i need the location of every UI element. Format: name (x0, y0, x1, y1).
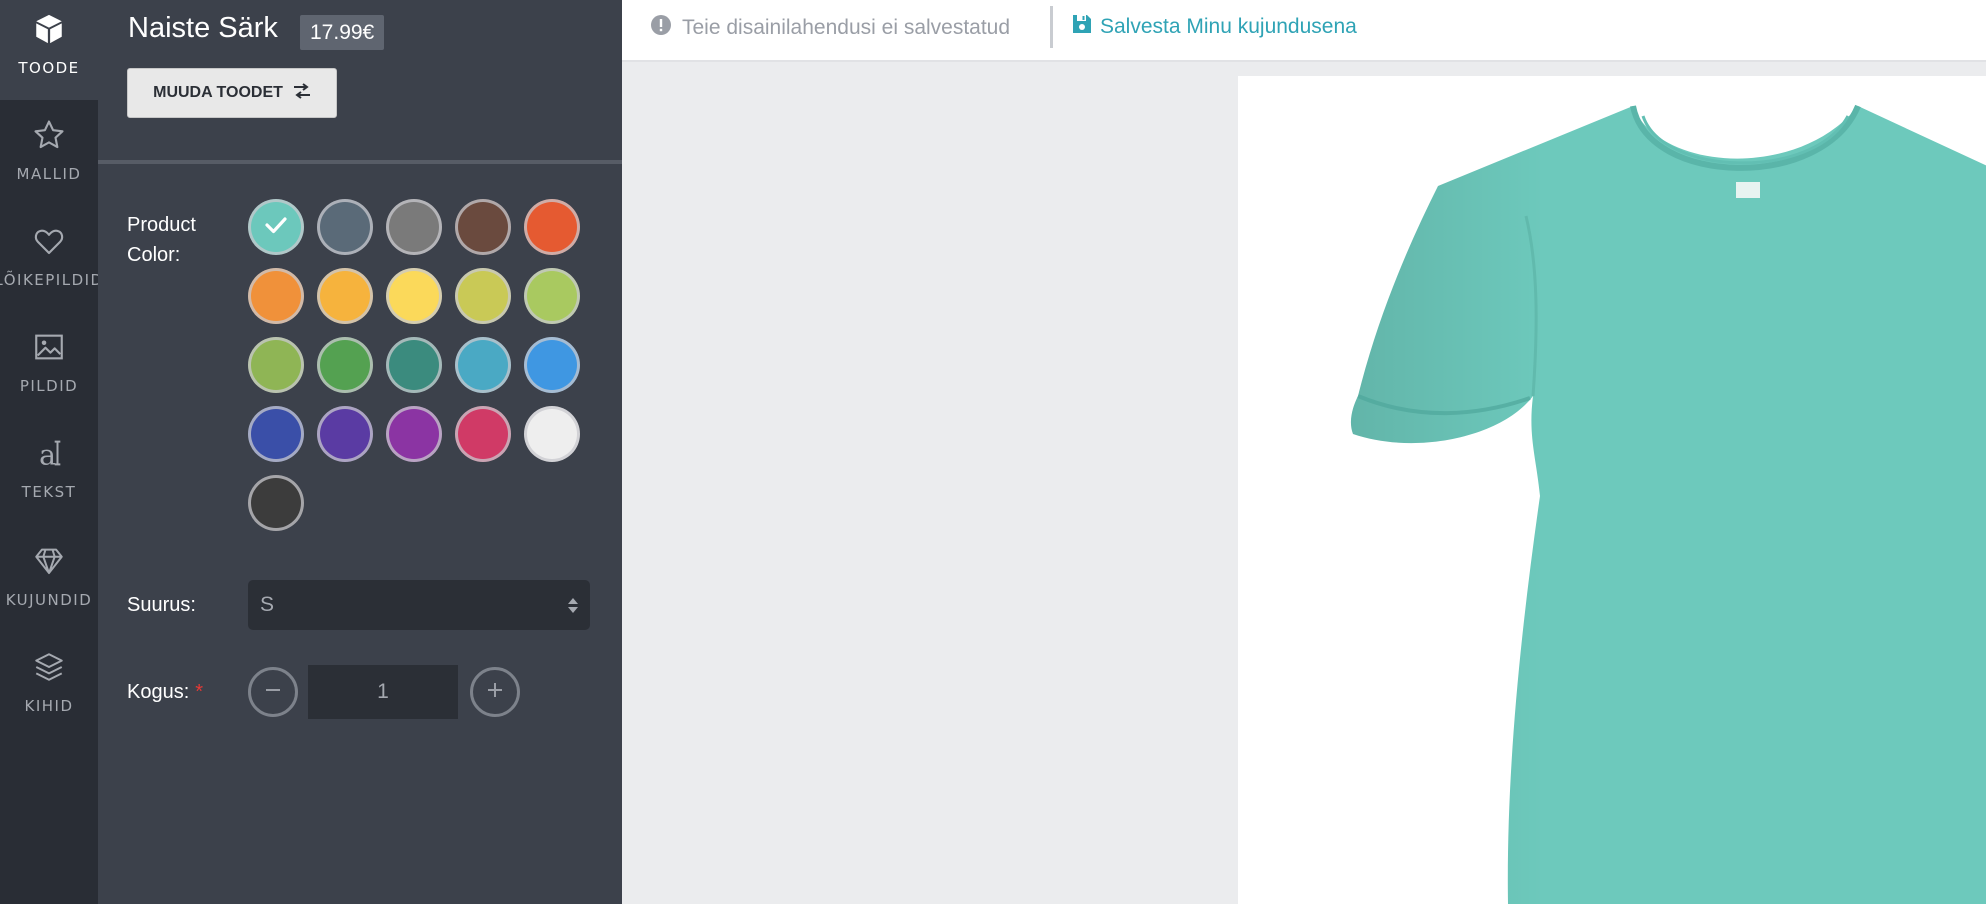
sidebar-nav: TOODE MALLID LÕIKEPILDID PILDID a TEKST … (0, 0, 102, 904)
color-swatch[interactable] (455, 406, 511, 462)
color-swatch[interactable] (317, 337, 373, 393)
color-swatch[interactable] (455, 199, 511, 255)
color-swatch[interactable] (248, 268, 304, 324)
swap-icon (293, 82, 311, 104)
color-swatch[interactable] (386, 406, 442, 462)
size-select[interactable]: S (248, 580, 590, 630)
minus-icon (264, 681, 282, 704)
product-color-label: Product Color: (127, 214, 196, 266)
select-arrows-icon (568, 597, 578, 613)
design-canvas-area (622, 62, 1986, 904)
color-swatch[interactable] (524, 268, 580, 324)
quantity-label: Kogus: * (127, 681, 204, 703)
nav-item-loikepildid[interactable]: LÕIKEPILDID (0, 224, 102, 324)
diamond-icon (32, 544, 66, 583)
nav-label-pildid: PILDID (19, 377, 79, 395)
svg-text:a: a (39, 438, 56, 470)
box-icon (32, 12, 66, 51)
change-product-button[interactable]: MUUDA TOODET (127, 68, 337, 118)
nav-label-kujundid: KUJUNDID (5, 591, 93, 609)
color-swatch[interactable] (455, 337, 511, 393)
nav-label-mallid: MALLID (16, 165, 82, 183)
star-icon (32, 118, 66, 157)
floppy-disk-icon (1072, 14, 1092, 40)
color-swatch[interactable] (386, 337, 442, 393)
color-swatch[interactable] (455, 268, 511, 324)
nav-item-toode[interactable]: TOODE (0, 0, 98, 100)
required-marker: * (195, 681, 204, 703)
nav-label-toode: TOODE (18, 59, 80, 77)
color-swatch[interactable] (248, 199, 304, 255)
size-value: S (260, 593, 275, 616)
color-swatch[interactable] (386, 268, 442, 324)
image-icon (32, 330, 66, 369)
nav-item-pildid[interactable]: PILDID (0, 330, 98, 430)
change-product-label: MUUDA TOODET (153, 84, 283, 101)
unsaved-text: Teie disainilahendusi ei salvestatud (682, 16, 1011, 39)
color-swatch[interactable] (524, 199, 580, 255)
nav-label-kihid: KIHID (24, 697, 74, 715)
product-panel: Naiste Särk 17.99€ MUUDA TOODET Product … (98, 0, 622, 904)
product-title: Naiste Särk (128, 12, 278, 44)
color-swatch[interactable] (386, 199, 442, 255)
tshirt-preview (1350, 104, 1986, 904)
quantity-input[interactable]: 1 (308, 665, 458, 719)
plus-icon (486, 681, 504, 704)
color-swatch[interactable] (317, 268, 373, 324)
layers-icon (32, 650, 66, 689)
nav-item-mallid[interactable]: MALLID (0, 118, 98, 218)
color-swatch[interactable] (524, 337, 580, 393)
color-swatch[interactable] (248, 475, 304, 531)
nav-item-kihid[interactable]: KIHID (0, 650, 98, 750)
checkmark-icon (262, 211, 290, 244)
color-swatch[interactable] (317, 199, 373, 255)
nav-item-tekst[interactable]: a TEKST (0, 436, 98, 536)
product-preview-canvas[interactable] (1238, 76, 1986, 904)
save-design-label: Salvesta Minu kujundusena (1100, 15, 1357, 38)
color-swatch[interactable] (248, 337, 304, 393)
heart-icon (32, 224, 66, 263)
quantity-increase-button[interactable] (470, 667, 520, 717)
nav-label-loikepildid: LÕIKEPILDID (0, 271, 104, 289)
top-bar: Teie disainilahendusi ei salvestatud Sal… (622, 0, 1986, 62)
size-label: Suurus: (127, 594, 196, 616)
tshirt-tag (1736, 182, 1760, 198)
quantity-decrease-button[interactable] (248, 667, 298, 717)
text-icon: a (32, 436, 66, 475)
color-swatch[interactable] (317, 406, 373, 462)
save-design-link[interactable]: Salvesta Minu kujundusena (1072, 14, 1357, 40)
nav-item-kujundid[interactable]: KUJUNDID (0, 544, 98, 644)
color-swatch[interactable] (524, 406, 580, 462)
price-badge: 17.99€ (300, 15, 385, 50)
panel-divider (98, 160, 622, 164)
tshirt-body (1350, 106, 1986, 904)
alert-icon (650, 14, 672, 42)
color-swatch[interactable] (248, 406, 304, 462)
unsaved-notice: Teie disainilahendusi ei salvestatud (650, 14, 1010, 42)
topbar-separator (1050, 6, 1053, 48)
nav-label-tekst: TEKST (21, 483, 77, 501)
